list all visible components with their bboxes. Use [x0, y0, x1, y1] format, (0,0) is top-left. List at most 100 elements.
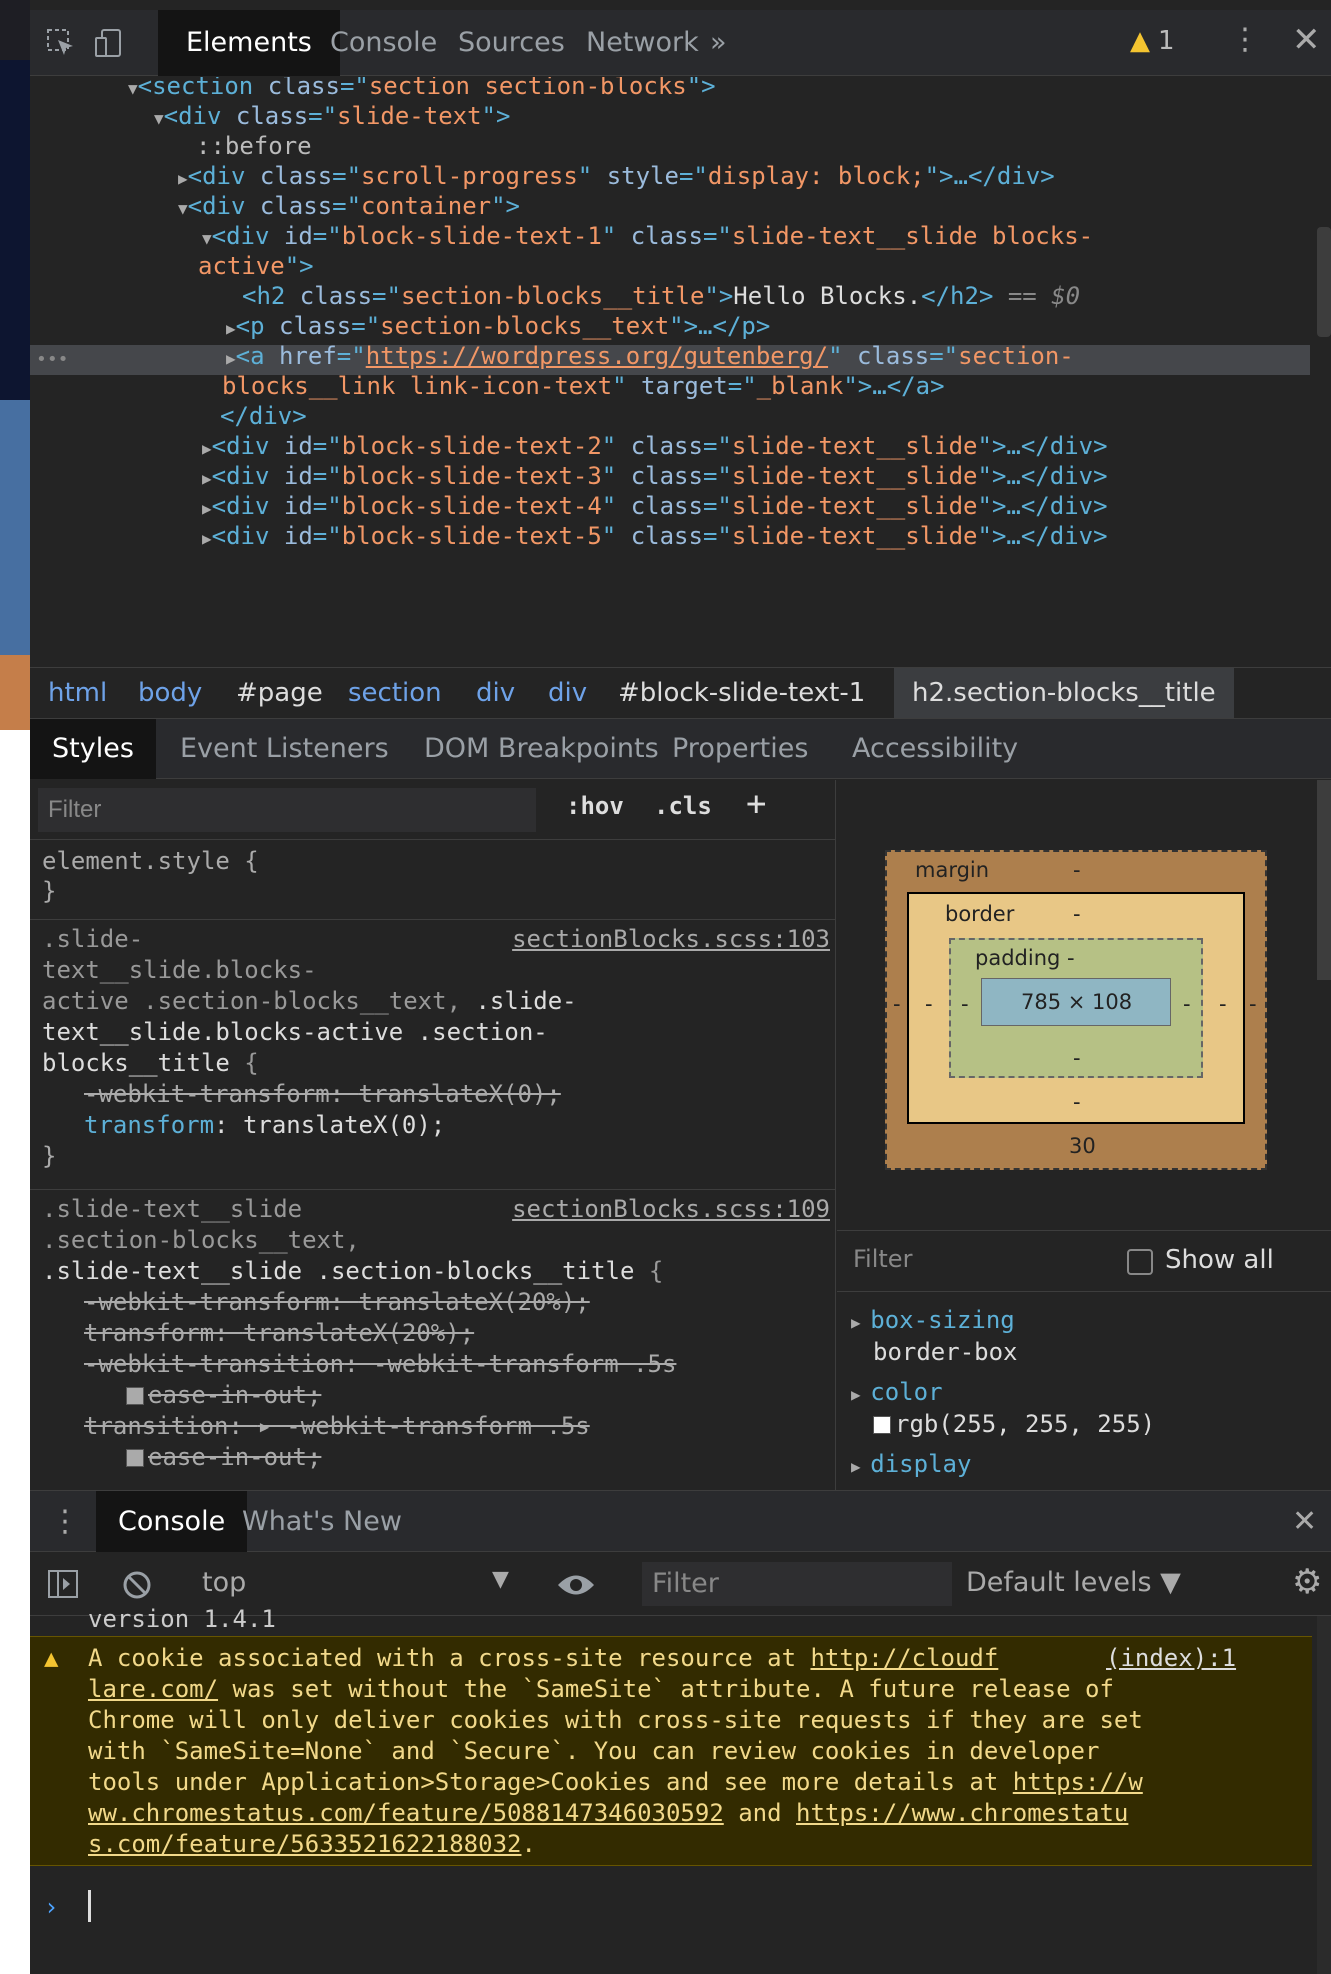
close-devtools-icon[interactable]: ✕ [1292, 20, 1321, 60]
device-toolbar-icon[interactable] [94, 28, 124, 58]
cloudflare-link-cont[interactable]: lare.com/ [88, 1675, 218, 1703]
chromestatus-link-2[interactable]: https://www.chromestatu [796, 1799, 1128, 1827]
chromestatus-link-1[interactable]: https://w [1013, 1768, 1143, 1796]
tree-node-block-slide-text-1[interactable]: ▼<div id="block-slide-text-1" class="sli… [202, 221, 1093, 254]
chevron-down-icon[interactable]: ▼ [492, 1567, 509, 1592]
border-top-value[interactable]: - [1073, 902, 1081, 926]
tab-dom-breakpoints[interactable]: DOM Breakpoints [402, 719, 681, 779]
console-filter-input[interactable]: Filter [642, 1562, 952, 1606]
cls-toggle[interactable]: .cls [654, 792, 712, 820]
tree-node-block-slide-text-3[interactable]: ▶<div id="block-slide-text-3" class="sli… [202, 461, 1108, 494]
computed-prop-box-sizing[interactable]: ▶ box-sizing [851, 1306, 1015, 1334]
tab-styles[interactable]: Styles [30, 719, 156, 779]
style-rule-109[interactable]: sectionBlocks.scss:109 .slide-text__slid… [30, 1190, 835, 1490]
padding-bottom-value[interactable]: - [1073, 1046, 1081, 1070]
tree-node-a[interactable]: ▶<a href="https://wordpress.org/gutenber… [226, 341, 1074, 374]
crumb-div[interactable]: div [476, 668, 515, 718]
computed-prop-display[interactable]: ▶ display [851, 1450, 971, 1478]
color-swatch[interactable] [873, 1416, 891, 1434]
tree-scrollbar[interactable] [1317, 227, 1331, 337]
easing-icon[interactable] [126, 1449, 144, 1467]
crumb-section[interactable]: section [348, 668, 442, 718]
computed-filter-input[interactable]: Filter [853, 1245, 912, 1273]
context-selector[interactable]: top [202, 1567, 246, 1598]
warning-line: A cookie associated with a cross-site re… [88, 1644, 999, 1672]
crumb-h2-selected[interactable]: h2.section-blocks__title [894, 668, 1234, 718]
styles-filter-input[interactable]: Filter [38, 788, 536, 832]
content-size-value[interactable]: 785 × 108 [1021, 990, 1132, 1014]
warnings-counter[interactable]: ▲ 1 [1130, 26, 1175, 56]
padding-right-value[interactable]: - [1183, 992, 1191, 1016]
computed-value-color: rgb(255, 255, 255) [873, 1410, 1155, 1438]
margin-right-value[interactable]: - [1249, 992, 1257, 1016]
new-rule-button[interactable]: + [746, 784, 766, 824]
more-options-icon[interactable]: ⋮ [1230, 22, 1260, 57]
tab-event-listeners[interactable]: Event Listeners [158, 719, 411, 779]
cloudflare-link[interactable]: http://cloudf [810, 1644, 998, 1672]
crumb-body[interactable]: body [138, 668, 202, 718]
tree-node-block-slide-text-5[interactable]: ▶<div id="block-slide-text-5" class="sli… [202, 521, 1108, 554]
tree-node-p[interactable]: ▶<p class="section-blocks__text">…</p> [226, 311, 770, 344]
tree-node-block-slide-text-2[interactable]: ▶<div id="block-slide-text-2" class="sli… [202, 431, 1108, 464]
tree-node-before[interactable]: ::before [196, 131, 312, 161]
easing-icon[interactable] [126, 1387, 144, 1405]
hov-toggle[interactable]: :hov [566, 792, 624, 820]
message-source-link[interactable]: (index):1 [1106, 1643, 1236, 1674]
console-input[interactable] [88, 1890, 91, 1922]
show-all-checkbox[interactable] [1127, 1249, 1153, 1275]
property-webkit-transition[interactable]: -webkit-transition: -webkit-transform .5… [84, 1349, 676, 1380]
padding-label: padding - [975, 946, 1075, 970]
tree-node-block-slide-text-4[interactable]: ▶<div id="block-slide-text-4" class="sli… [202, 491, 1108, 524]
crumb-page[interactable]: #page [236, 668, 323, 718]
margin-left-value[interactable]: - [893, 992, 901, 1016]
clear-console-icon[interactable] [122, 1570, 152, 1600]
computed-pane: margin - 30 - - border - - - - padding -… [837, 780, 1331, 1490]
computed-scrollbar[interactable] [1317, 780, 1331, 980]
source-link-109[interactable]: sectionBlocks.scss:109 [512, 1194, 830, 1225]
property-transition[interactable]: transition: ▸ -webkit-transform .5s [84, 1411, 590, 1442]
drawer-tab-whats-new[interactable]: What's New [220, 1491, 424, 1553]
margin-bottom-value[interactable]: 30 [1069, 1134, 1096, 1158]
margin-top-value[interactable]: - [1073, 858, 1081, 882]
padding-left-value[interactable]: - [961, 992, 969, 1016]
eye-icon[interactable] [556, 1572, 596, 1598]
gear-icon[interactable]: ⚙ [1292, 1562, 1322, 1602]
breadcrumb: html body #page section div div #block-s… [30, 667, 1331, 719]
border-right-value[interactable]: - [1219, 992, 1227, 1016]
source-link-103[interactable]: sectionBlocks.scss:103 [512, 924, 830, 955]
crumb-block-slide-text-1[interactable]: #block-slide-text-1 [618, 668, 865, 718]
more-tabs-button[interactable]: » [682, 10, 755, 76]
element-style-rule[interactable]: element.style { } [30, 840, 835, 920]
inspect-element-icon[interactable] [46, 28, 76, 58]
computed-prop-color[interactable]: ▶ color [851, 1378, 943, 1406]
tab-accessibility[interactable]: Accessibility [830, 719, 1040, 779]
border-left-value[interactable]: - [925, 992, 933, 1016]
property-transform-20[interactable]: transform: translateX(20%); [84, 1318, 474, 1349]
tree-node-scroll-progress[interactable]: ▶<div class="scroll-progress" style="dis… [178, 161, 1055, 194]
drawer-menu-icon[interactable]: ⋮ [50, 1491, 80, 1553]
tree-node-close-div[interactable]: </div> [220, 401, 307, 431]
styles-pane: Filter :hov .cls + element.style { } sec… [30, 780, 836, 1490]
tree-node-section[interactable]: ▼<section class="section section-blocks"… [128, 77, 716, 104]
node-actions-dots[interactable]: ••• [36, 345, 69, 375]
tree-node-slide-text[interactable]: ▼<div class="slide-text"> [154, 101, 510, 134]
tab-properties[interactable]: Properties [650, 719, 830, 779]
log-line: version 1.4.1 [88, 1605, 276, 1633]
log-levels-dropdown[interactable]: Default levels ▼ [966, 1567, 1181, 1598]
style-rule-103[interactable]: sectionBlocks.scss:103 .slide- text__sli… [30, 920, 835, 1190]
tree-node-container[interactable]: ▼<div class="container"> [178, 191, 520, 224]
chromestatus-link-1-cont[interactable]: ww.chromestatus.com/feature/508814734603… [88, 1799, 724, 1827]
rule-selector-line: blocks__title { [42, 1049, 259, 1077]
border-bottom-value[interactable]: - [1073, 1090, 1081, 1114]
property-transform[interactable]: transform: translateX(0); [84, 1110, 445, 1141]
chromestatus-link-2-cont[interactable]: s.com/feature/5633521622188032 [88, 1830, 521, 1858]
tree-node-h2-selected[interactable]: <h2 class="section-blocks__title">Hello … [242, 281, 1080, 311]
crumb-html[interactable]: html [48, 668, 107, 718]
property-webkit-transform-20[interactable]: -webkit-transform: translateX(20%); [84, 1287, 590, 1318]
show-sidebar-icon[interactable] [48, 1570, 78, 1598]
console-scrollbar[interactable] [1317, 1616, 1331, 1974]
close-drawer-icon[interactable]: ✕ [1292, 1491, 1317, 1553]
crumb-div-2[interactable]: div [548, 668, 587, 718]
warning-line: s.com/feature/5633521622188032. [88, 1830, 536, 1858]
property-webkit-transform[interactable]: -webkit-transform: translateX(0); [84, 1079, 561, 1110]
